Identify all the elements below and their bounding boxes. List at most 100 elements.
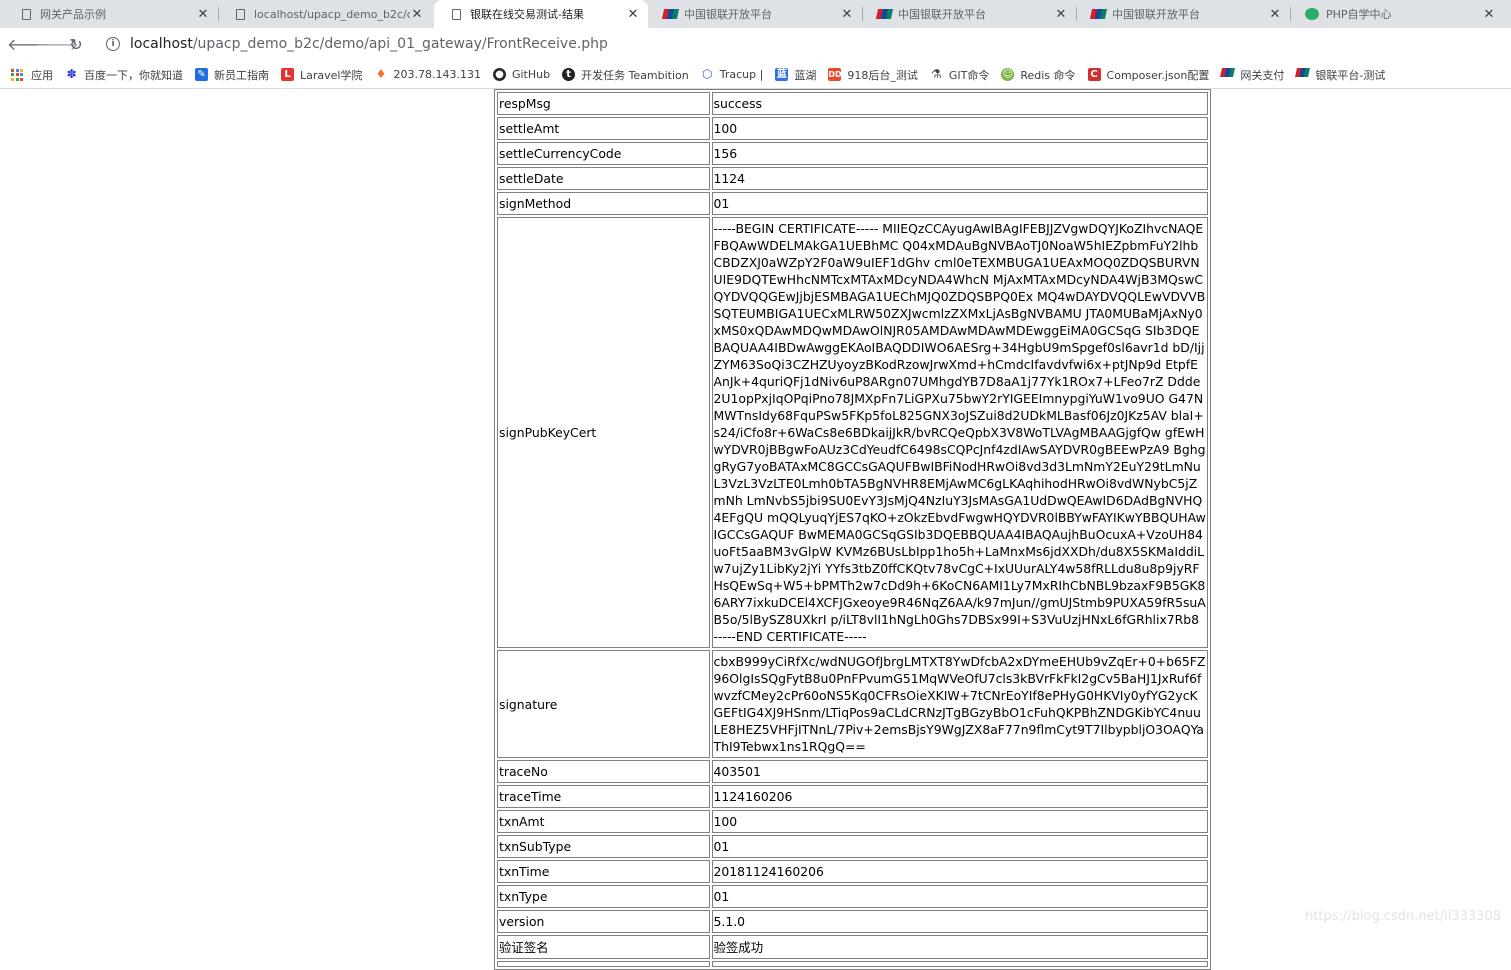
field-value: cbxB999yCiRfXc/wdNUGOfJbrgLMTXT8YwDfcbA2… [711, 650, 1208, 758]
tab-6[interactable]: PHP自学中心 ✕ [1290, 0, 1504, 28]
close-icon[interactable]: ✕ [840, 7, 854, 22]
bookmark-gitlab[interactable]: ♦ 203.78.143.131 [374, 67, 481, 82]
composer-icon: C [1087, 68, 1101, 81]
field-name: version [497, 910, 710, 933]
apps-grid-icon [11, 68, 23, 81]
tab-strip: 网关产品示例 ✕ localhost/upacp_demo_b2c/de ✕ 银… [0, 0, 1511, 28]
tab-2-active[interactable]: 银联在线交易测试-结果 ✕ [434, 0, 648, 28]
tab-label: 网关产品示例 [40, 8, 106, 21]
browser-toolbar: 🡐 🡒 ↻ i localhost/upacp_demo_b2c/demo/ap… [0, 28, 1511, 61]
field-value: 01 [711, 885, 1208, 908]
table-row [497, 961, 1208, 967]
bookmark-redis[interactable]: ☺ Redis 命令 [1001, 67, 1076, 83]
table-row: settleDate 1124 [497, 167, 1208, 190]
page-content: respMsg success settleAmt 100 settleCurr… [0, 89, 1511, 970]
gitlab-icon: ♦ [375, 67, 387, 81]
bookmark-label: 应用 [31, 68, 53, 82]
table-row: 验证签名 验签成功 [497, 935, 1208, 959]
field-value: 1124 [711, 167, 1208, 190]
bookmark-teambition[interactable]: t 开发任务 Teambition [562, 67, 689, 83]
bookmark-label: 开发任务 Teambition [581, 68, 689, 82]
tab-label: 银联在线交易测试-结果 [470, 8, 584, 21]
tab-label: 中国银联开放平台 [898, 8, 986, 21]
close-icon[interactable]: ✕ [1268, 7, 1282, 22]
forward-arrow-icon[interactable]: 🡒 [36, 34, 79, 56]
tab-4[interactable]: 中国银联开放平台 ✕ [862, 0, 1077, 28]
bookmark-composer[interactable]: C Composer.json配置 [1087, 67, 1210, 83]
bookmark-label: Laravel学院 [300, 68, 363, 82]
bookmark-label: GIT命令 [948, 68, 990, 82]
field-name: signPubKeyCert [497, 217, 710, 648]
laravel-icon: L [281, 68, 294, 81]
unionpay-icon [1220, 68, 1236, 81]
watermark: https://blog.csdn.net/li333308 [1305, 909, 1501, 924]
tab-3[interactable]: 中国银联开放平台 ✕ [648, 0, 863, 28]
bookmark-unionpay-test[interactable]: 银联平台-测试 [1295, 67, 1385, 83]
document-icon [232, 6, 248, 22]
tab-0[interactable]: 网关产品示例 ✕ [4, 0, 219, 28]
field-value: 5.1.0 [711, 910, 1208, 933]
table-row: txnTime 20181124160206 [497, 860, 1208, 883]
tracup-icon: ⬡ [702, 67, 713, 81]
table-row: traceTime 1124160206 [497, 785, 1208, 808]
field-value: success [711, 92, 1208, 115]
field-name: txnSubType [497, 835, 710, 858]
bookmark-git-commands[interactable]: ⚗ GIT命令 [930, 67, 990, 83]
field-name [497, 961, 710, 967]
bookmark-laravel[interactable]: L Laravel学院 [281, 67, 362, 83]
field-name: settleCurrencyCode [497, 142, 710, 165]
field-value: 100 [711, 810, 1208, 833]
bookmark-apps[interactable]: 应用 [11, 67, 53, 83]
close-icon[interactable]: ✕ [410, 7, 424, 22]
bookmark-guide[interactable]: ✎ 新员工指南 [195, 67, 269, 83]
url-host: localhost [130, 36, 193, 52]
tab-5[interactable]: 中国银联开放平台 ✕ [1076, 0, 1291, 28]
field-name: traceNo [497, 760, 710, 783]
table-row: signPubKeyCert -----BEGIN CERTIFICATE---… [497, 217, 1208, 648]
bookmark-gateway-pay[interactable]: 网关支付 [1220, 67, 1285, 83]
bookmark-label: 918后台_测试 [847, 68, 918, 82]
field-value: 20181124160206 [711, 860, 1208, 883]
table-row: traceNo 403501 [497, 760, 1208, 783]
table-row: version 5.1.0 [497, 910, 1208, 933]
tab-label: 中国银联开放平台 [684, 8, 772, 21]
bookmark-lanhu[interactable]: 蓝 蓝湖 [775, 67, 816, 83]
tab-1[interactable]: localhost/upacp_demo_b2c/de ✕ [218, 0, 432, 28]
bookmark-admin-test[interactable]: DD 918后台_测试 [828, 67, 918, 83]
reload-icon[interactable]: ↻ [65, 34, 87, 56]
field-name: txnAmt [497, 810, 710, 833]
unionpay-icon [661, 6, 679, 22]
unionpay-icon [875, 6, 893, 22]
close-icon[interactable]: ✕ [196, 7, 210, 22]
teambition-icon: t [562, 68, 576, 81]
field-value: 100 [711, 117, 1208, 140]
unionpay-icon [1295, 68, 1311, 81]
bookmark-baidu[interactable]: ✽ 百度一下，你就知道 [65, 67, 183, 83]
bookmark-label: Composer.json配置 [1106, 68, 1210, 82]
github-icon: ● [492, 68, 506, 81]
tab-label: PHP自学中心 [1326, 8, 1392, 21]
field-name: signMethod [497, 192, 710, 215]
address-bar[interactable]: i localhost/upacp_demo_b2c/demo/api_01_g… [96, 31, 1496, 57]
table-row: signMethod 01 [497, 192, 1208, 215]
bookmark-tracup[interactable]: ⬡ Tracup | [701, 67, 763, 82]
close-icon[interactable]: ✕ [1482, 7, 1496, 22]
close-icon[interactable]: ✕ [1054, 7, 1068, 22]
back-arrow-icon[interactable]: 🡐 [7, 34, 50, 56]
redis-icon: ☺ [1001, 68, 1015, 81]
close-icon[interactable]: ✕ [626, 7, 640, 22]
field-value: 156 [711, 142, 1208, 165]
bookmark-label: GitHub [511, 68, 551, 81]
url-path: /upacp_demo_b2c/demo/api_01_gateway/Fron… [192, 36, 608, 52]
bookmark-github[interactable]: ● GitHub [492, 68, 551, 81]
document-icon [448, 6, 464, 22]
unionpay-icon [1089, 6, 1107, 22]
field-name: settleAmt [497, 117, 710, 140]
tab-label: 中国银联开放平台 [1112, 8, 1200, 21]
field-name: 验证签名 [497, 935, 710, 959]
info-icon[interactable]: i [106, 37, 120, 51]
field-value: 01 [711, 192, 1208, 215]
bookmark-label: 网关支付 [1240, 68, 1285, 82]
table-row: txnType 01 [497, 885, 1208, 908]
field-value: 验签成功 [711, 935, 1208, 959]
